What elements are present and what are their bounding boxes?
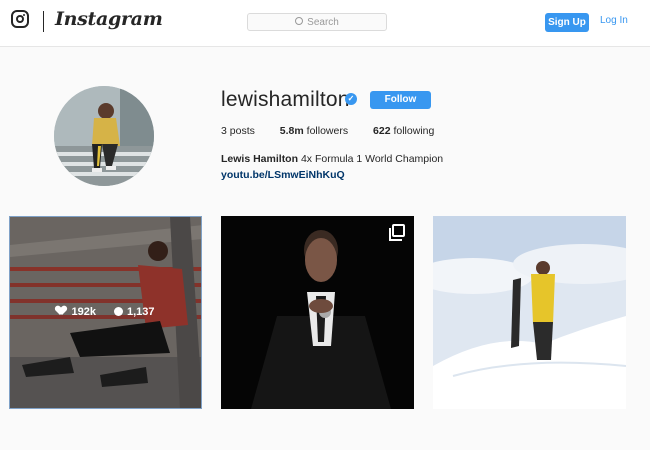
comment-count: 1,137 bbox=[126, 306, 155, 318]
bio-text: 4x Formula 1 World Champion bbox=[300, 153, 444, 165]
profile-avatar[interactable] bbox=[54, 86, 154, 186]
heart-icon bbox=[56, 306, 66, 316]
post-3-photo bbox=[433, 216, 626, 409]
following-count: 622 bbox=[373, 125, 391, 137]
post-metrics: 192k 1,137 bbox=[10, 306, 201, 318]
posts-label: posts bbox=[229, 125, 255, 137]
follow-button[interactable]: Follow bbox=[370, 91, 431, 109]
post-thumbnail-2[interactable] bbox=[221, 216, 414, 409]
post-thumbnail-1[interactable]: 192k 1,137 bbox=[9, 216, 202, 409]
followers-label: followers bbox=[306, 125, 349, 137]
bio-name: Lewis Hamilton bbox=[221, 153, 299, 165]
followers-count: 5.8m bbox=[279, 125, 304, 137]
verified-badge-icon: ✓ bbox=[345, 93, 357, 105]
header-divider bbox=[43, 11, 44, 32]
post-2-photo bbox=[221, 216, 414, 409]
like-count: 192k bbox=[71, 306, 96, 318]
profile-link[interactable]: youtu.be/LSmwEiNhKuQ bbox=[221, 169, 345, 181]
posts-count: 3 bbox=[221, 125, 227, 137]
instagram-logo-icon[interactable] bbox=[11, 10, 29, 28]
following-label: following bbox=[393, 125, 435, 137]
instagram-wordmark[interactable]: Instagram bbox=[55, 8, 163, 30]
profile-bio: Lewis Hamilton 4x Formula 1 World Champi… bbox=[221, 153, 443, 165]
multiple-images-icon bbox=[389, 224, 405, 241]
search-input[interactable]: Search bbox=[247, 13, 387, 31]
post-thumbnail-3[interactable] bbox=[433, 216, 626, 409]
profile-username: lewishamilton bbox=[221, 88, 350, 111]
search-icon bbox=[295, 17, 304, 25]
posts-stat: 3 posts bbox=[221, 125, 255, 137]
following-stat[interactable]: 622 following bbox=[373, 125, 434, 137]
comment-icon bbox=[113, 307, 123, 316]
sign-up-button[interactable]: Sign Up bbox=[545, 13, 589, 32]
top-navigation-bar: Instagram Search Sign Up Log In bbox=[0, 0, 650, 47]
followers-stat[interactable]: 5.8m followers bbox=[280, 125, 348, 137]
log-in-link[interactable]: Log In bbox=[600, 15, 628, 26]
profile-stats: 3 posts 5.8m followers 622 following bbox=[221, 125, 456, 137]
search-placeholder: Search bbox=[307, 17, 339, 28]
avatar-photo bbox=[54, 86, 154, 186]
